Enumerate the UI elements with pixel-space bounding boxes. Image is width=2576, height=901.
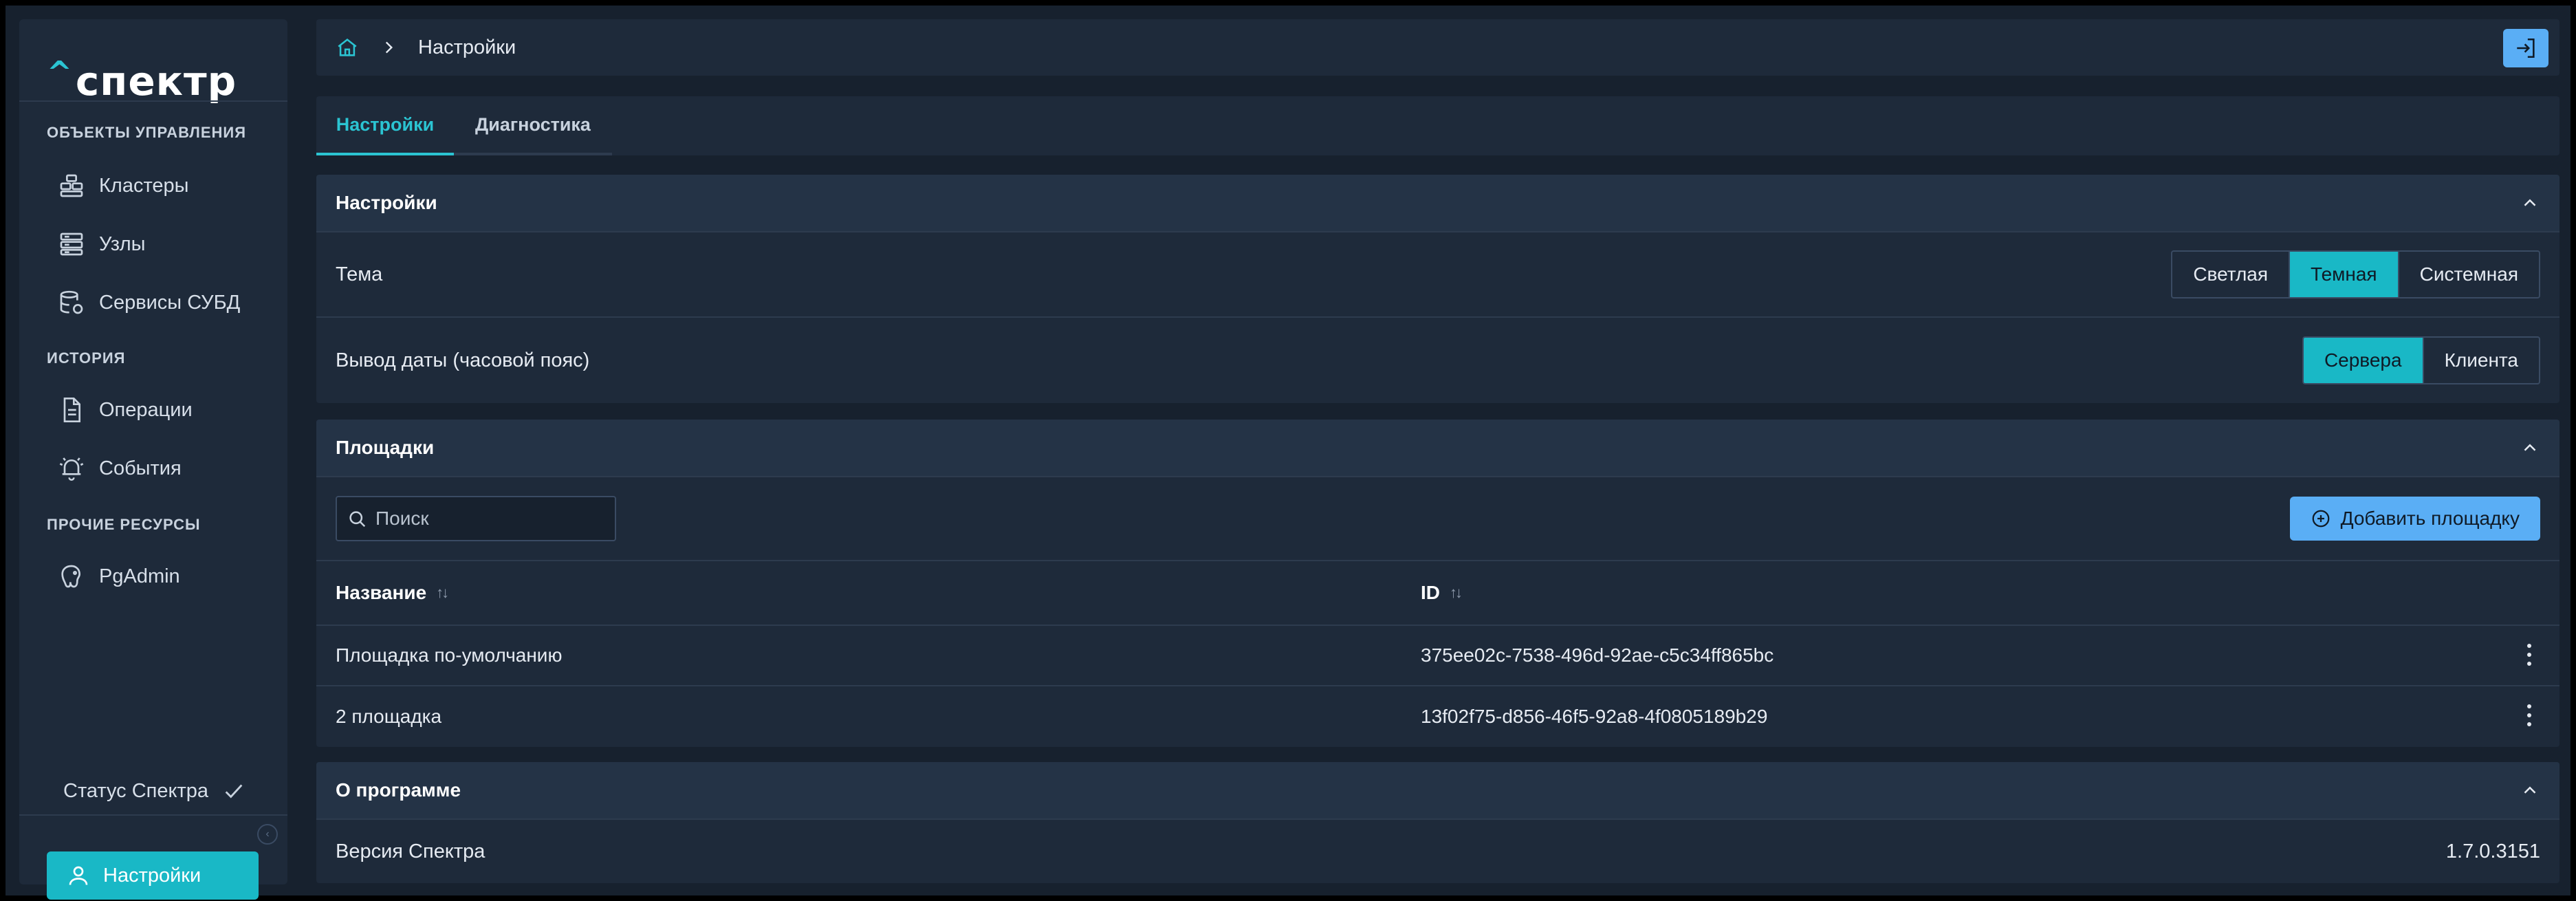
settings-label: Настройки (103, 864, 201, 887)
sidebar-item-label: Кластеры (99, 174, 189, 197)
sites-panel: Площадки Добавить площадку Название ↑↓ I… (316, 420, 2559, 747)
theme-label: Тема (336, 263, 383, 285)
events-icon (59, 457, 84, 481)
date-output-row: Вывод даты (часовой пояс) Сервера Клиент… (316, 318, 2559, 403)
chevron-up-icon[interactable] (2520, 780, 2540, 801)
search-icon (349, 511, 366, 528)
sidebar-divider (19, 814, 287, 816)
sidebar-item-operations[interactable]: Операции (58, 389, 278, 431)
theme-selector: Светлая Темная Системная (2171, 250, 2540, 298)
site-id: 13f02f75-d856-46f5-92a8-4f0805189b29 (1421, 706, 1768, 727)
theme-dark-option[interactable]: Темная (2290, 252, 2399, 297)
sidebar-item-pgadmin[interactable]: PgAdmin (58, 556, 278, 597)
spectrum-status[interactable]: Статус Спектра (63, 779, 245, 803)
sidebar-item-nodes[interactable]: Узлы (58, 224, 278, 265)
version-label: Версия Спектра (336, 840, 485, 862)
sort-icon[interactable]: ↑↓ (436, 584, 449, 602)
sidebar-divider (19, 100, 287, 102)
sites-toolbar: Добавить площадку (316, 477, 2559, 561)
column-id-label: ID (1421, 582, 1440, 603)
about-panel-header[interactable]: О программе (316, 762, 2559, 820)
row-menu-icon[interactable] (2526, 704, 2532, 729)
panel-title: Площадки (336, 437, 435, 458)
timezone-server-option[interactable]: Сервера (2303, 338, 2424, 383)
sidebar-item-label: Операции (99, 398, 193, 421)
sort-icon[interactable]: ↑↓ (1450, 584, 1463, 602)
app-logo[interactable]: ^спектр (47, 55, 237, 105)
table-header: Название ↑↓ ID ↑↓ (316, 561, 2559, 626)
tab-settings[interactable]: Настройки (316, 96, 454, 155)
chevron-up-icon[interactable] (2520, 193, 2540, 213)
pgadmin-icon (61, 565, 81, 588)
column-header-name[interactable]: Название ↑↓ (336, 582, 1421, 604)
dbms-services-icon (60, 290, 83, 314)
sidebar-item-label: Сервисы СУБД (99, 291, 241, 314)
column-header-id[interactable]: ID ↑↓ (1421, 582, 2540, 604)
sidebar-item-label: PgAdmin (99, 565, 180, 587)
sidebar-settings-button[interactable]: Настройки (47, 851, 259, 900)
about-panel: О программе Версия Спектра 1.7.0.3151 (316, 762, 2559, 883)
section-history: ИСТОРИЯ (47, 349, 126, 367)
home-icon[interactable] (336, 36, 359, 59)
settings-panel: Настройки Тема Светлая Темная Системная … (316, 175, 2559, 403)
operations-icon (63, 398, 80, 422)
sidebar-item-label: Узлы (99, 232, 146, 255)
table-row[interactable]: 2 площадка 13f02f75-d856-46f5-92a8-4f080… (316, 686, 2559, 747)
search-box (336, 496, 616, 541)
breadcrumb: Настройки (316, 19, 2559, 76)
clusters-icon (60, 174, 83, 197)
timezone-client-option[interactable]: Клиента (2424, 338, 2539, 383)
logout-button[interactable] (2503, 29, 2548, 67)
chevron-up-icon[interactable] (2520, 437, 2540, 458)
settings-panel-header[interactable]: Настройки (316, 175, 2559, 232)
date-output-label: Вывод даты (часовой пояс) (336, 349, 590, 371)
sidebar-item-label: События (99, 457, 182, 479)
table-row[interactable]: Площадка по-умолчанию 375ee02c-7538-496d… (316, 626, 2559, 686)
site-id: 375ee02c-7538-496d-92ae-c5c34ff865bc (1421, 644, 1774, 666)
sidebar-item-clusters[interactable]: Кластеры (58, 165, 278, 206)
chevron-right-icon (385, 41, 393, 54)
check-icon (225, 784, 243, 799)
add-site-button[interactable]: Добавить площадку (2289, 497, 2540, 541)
sites-panel-header[interactable]: Площадки (316, 420, 2559, 477)
sidebar: ^спектр ОБЪЕКТЫ УПРАВЛЕНИЯ Кластеры Узлы… (19, 19, 287, 900)
column-name-label: Название (336, 582, 427, 603)
sidebar-item-dbms-services[interactable]: Сервисы СУБД (58, 282, 278, 323)
version-row: Версия Спектра 1.7.0.3151 (316, 820, 2559, 883)
panel-title: О программе (336, 779, 461, 801)
timezone-selector: Сервера Клиента (2302, 336, 2540, 384)
collapse-sidebar-icon[interactable]: ‹ (257, 824, 278, 845)
breadcrumb-current: Настройки (418, 36, 516, 58)
theme-light-option[interactable]: Светлая (2172, 252, 2291, 297)
site-name: Площадка по-умолчанию (336, 644, 563, 666)
row-menu-icon[interactable] (2526, 644, 2532, 669)
sidebar-item-events[interactable]: События (58, 448, 278, 489)
add-site-label: Добавить площадку (2340, 508, 2520, 529)
search-input[interactable] (375, 508, 609, 530)
panel-title: Настройки (336, 192, 437, 213)
plus-circle-icon (2312, 510, 2329, 528)
status-label: Статус Спектра (63, 779, 209, 802)
logout-icon (2517, 38, 2535, 58)
section-management-objects: ОБЪЕКТЫ УПРАВЛЕНИЯ (47, 124, 247, 141)
theme-row: Тема Светлая Темная Системная (316, 232, 2559, 318)
user-icon (69, 866, 88, 885)
site-name: 2 площадка (336, 706, 442, 727)
tabs: Настройки Диагностика (316, 96, 2559, 155)
section-other-resources: ПРОЧИЕ РЕСУРСЫ (47, 516, 201, 533)
version-value: 1.7.0.3151 (2445, 840, 2540, 862)
theme-system-option[interactable]: Системная (2399, 252, 2539, 297)
tab-diagnostics[interactable]: Диагностика (454, 96, 612, 155)
nodes-icon (60, 232, 83, 256)
